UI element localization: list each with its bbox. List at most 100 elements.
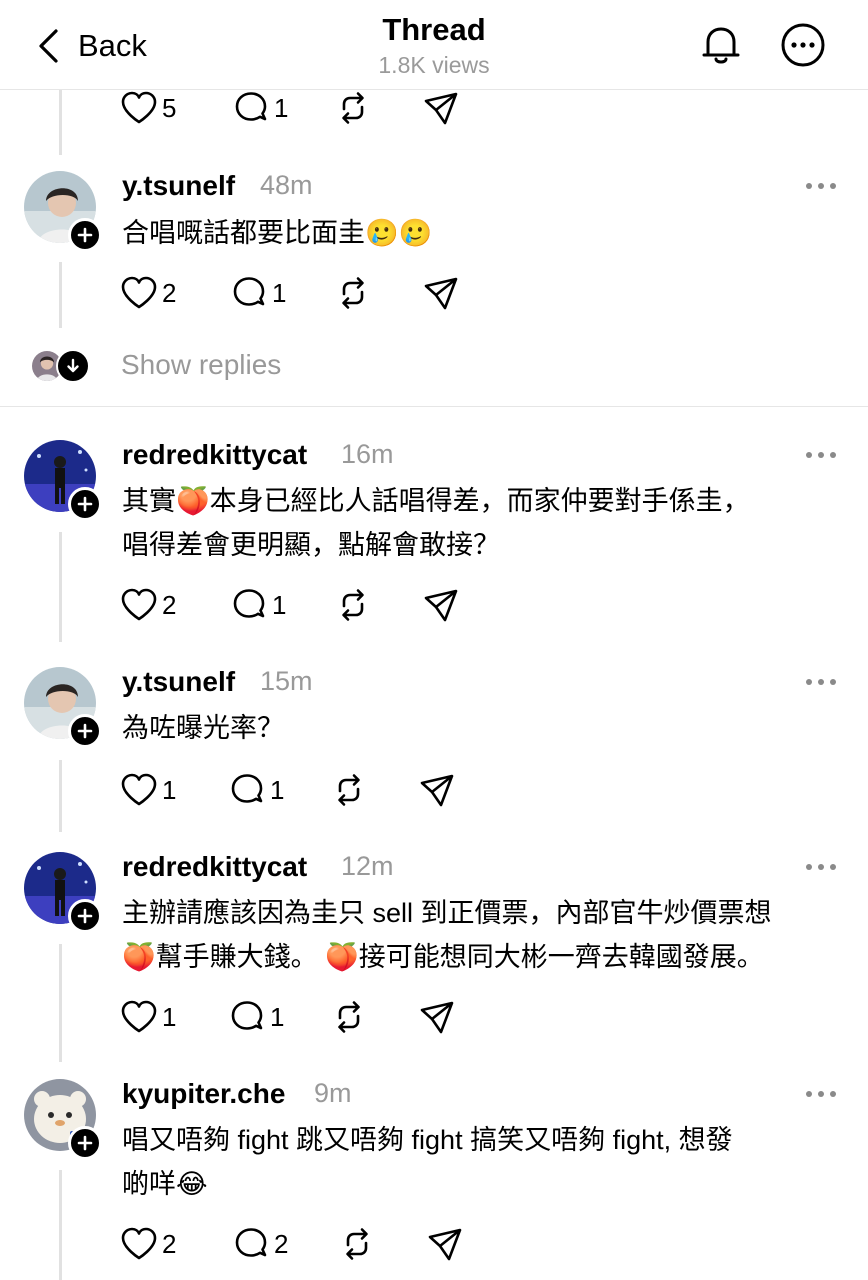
send-icon xyxy=(424,277,458,310)
repost-button[interactable] xyxy=(334,585,372,625)
reply-count: 1 xyxy=(270,774,285,805)
send-icon xyxy=(424,589,458,622)
share-button[interactable] xyxy=(418,997,456,1037)
timestamp: 9m xyxy=(314,1078,352,1108)
thread-line xyxy=(59,262,62,328)
repost-button[interactable] xyxy=(330,770,368,810)
plus-icon xyxy=(77,723,93,739)
reply-button[interactable]: 1 xyxy=(230,585,286,625)
repost-button[interactable] xyxy=(330,997,368,1037)
username[interactable]: y.tsunelf xyxy=(122,666,235,698)
reply-button[interactable]: 1 xyxy=(232,88,288,128)
comment-icon xyxy=(233,589,265,618)
repost-button[interactable] xyxy=(334,88,372,128)
post-text-line: 其實🍑本身已經比人話唱得差，而家仲要對手係圭， xyxy=(122,486,750,516)
repost-icon xyxy=(342,277,364,309)
like-button[interactable]: 5 xyxy=(120,88,176,128)
thread-line xyxy=(59,532,62,642)
timestamp: 12m xyxy=(341,851,394,881)
like-count: 2 xyxy=(162,277,177,308)
comment-icon xyxy=(231,774,263,803)
post-options-button[interactable] xyxy=(806,1084,836,1104)
comment-icon xyxy=(233,277,265,306)
heart-icon xyxy=(121,1227,157,1260)
timestamp: 15m xyxy=(260,666,313,696)
post-text-line: 🍑幫手賺大錢。 🍑接可能想同大彬一齊去韓國發展。 xyxy=(122,942,764,972)
send-icon xyxy=(420,774,454,807)
post-text-content: 為咗曝光率？ xyxy=(122,713,284,743)
like-button[interactable]: 1 xyxy=(120,770,176,810)
follow-button[interactable] xyxy=(68,1126,102,1160)
more-options-button[interactable] xyxy=(778,20,828,70)
post-text: 唱又唔夠 fight 跳又唔夠 fight 搞笑又唔夠 fight, 想發 啲咩… xyxy=(122,1118,852,1206)
notifications-button[interactable] xyxy=(696,20,746,70)
repost-icon xyxy=(338,1001,360,1033)
expand-replies-icon xyxy=(56,349,90,383)
post-options-button[interactable] xyxy=(806,176,836,196)
divider xyxy=(0,406,868,407)
post-text: 合唱嘅話都要比面圭🥲🥲 xyxy=(122,211,852,256)
repost-button[interactable] xyxy=(338,1224,376,1264)
post-text: 其實🍑本身已經比人話唱得差，而家仲要對手係圭， 唱得差會更明顯，點解會敢接？ xyxy=(122,479,852,567)
follow-button[interactable] xyxy=(68,218,102,252)
thread-line xyxy=(59,944,62,1062)
repost-icon xyxy=(342,92,364,124)
post-text: 主辦請應該因為圭只 sell 到正價票，內部官牛炒價票想 🍑幫手賺大錢。 🍑接可… xyxy=(122,891,852,979)
repost-icon xyxy=(342,589,364,621)
like-count: 5 xyxy=(162,92,177,123)
share-button[interactable] xyxy=(422,88,460,128)
send-icon xyxy=(428,1228,462,1261)
repost-button[interactable] xyxy=(334,273,372,313)
timestamp: 48m xyxy=(260,170,313,200)
reply-button[interactable]: 2 xyxy=(232,1224,288,1264)
username[interactable]: redredkittycat xyxy=(122,851,307,883)
timestamp: 16m xyxy=(341,439,394,469)
post-options-button[interactable] xyxy=(806,445,836,465)
repost-icon xyxy=(338,774,360,806)
plus-icon xyxy=(77,496,93,512)
reply-button[interactable]: 1 xyxy=(228,997,284,1037)
emoji: 🥲🥲 xyxy=(365,218,433,249)
reply-count: 1 xyxy=(272,277,287,308)
repost-icon xyxy=(346,1228,368,1260)
comment-icon xyxy=(235,1228,267,1257)
share-button[interactable] xyxy=(418,770,456,810)
more-circle-icon xyxy=(781,23,825,67)
arrow-down-icon xyxy=(67,358,79,373)
post-options-button[interactable] xyxy=(806,672,836,692)
heart-icon xyxy=(121,773,157,806)
like-count: 2 xyxy=(162,1228,177,1259)
share-button[interactable] xyxy=(422,273,460,313)
follow-button[interactable] xyxy=(68,899,102,933)
plus-icon xyxy=(77,227,93,243)
post-options-button[interactable] xyxy=(806,857,836,877)
username[interactable]: redredkittycat xyxy=(122,439,307,471)
heart-icon xyxy=(121,276,157,309)
comment-icon xyxy=(231,1001,263,1030)
like-button[interactable]: 2 xyxy=(120,585,176,625)
username[interactable]: y.tsunelf xyxy=(122,170,235,202)
share-button[interactable] xyxy=(426,1224,464,1264)
show-replies-label: Show replies xyxy=(121,349,282,380)
post-text-content: 合唱嘅話都要比面圭 xyxy=(122,218,365,248)
plus-icon xyxy=(77,1135,93,1151)
like-button[interactable]: 2 xyxy=(120,273,176,313)
show-replies-button[interactable]: Show replies xyxy=(30,347,320,385)
username[interactable]: kyupiter.che xyxy=(122,1078,285,1110)
heart-icon xyxy=(121,588,157,621)
share-button[interactable] xyxy=(422,585,460,625)
reply-count: 1 xyxy=(274,92,289,123)
thread-line xyxy=(59,89,62,155)
bell-icon xyxy=(702,27,740,64)
reply-button[interactable]: 1 xyxy=(230,273,286,313)
post-text-line: 唱得差會更明顯，點解會敢接？ xyxy=(122,530,500,560)
follow-button[interactable] xyxy=(68,487,102,521)
like-count: 1 xyxy=(162,1001,177,1032)
thread-line xyxy=(59,760,62,832)
reply-button[interactable]: 1 xyxy=(228,770,284,810)
like-button[interactable]: 1 xyxy=(120,997,176,1037)
follow-button[interactable] xyxy=(68,714,102,748)
like-button[interactable]: 2 xyxy=(120,1224,176,1264)
thread-line xyxy=(59,1170,62,1280)
post-text-line: 啲咩😂 xyxy=(122,1169,208,1199)
